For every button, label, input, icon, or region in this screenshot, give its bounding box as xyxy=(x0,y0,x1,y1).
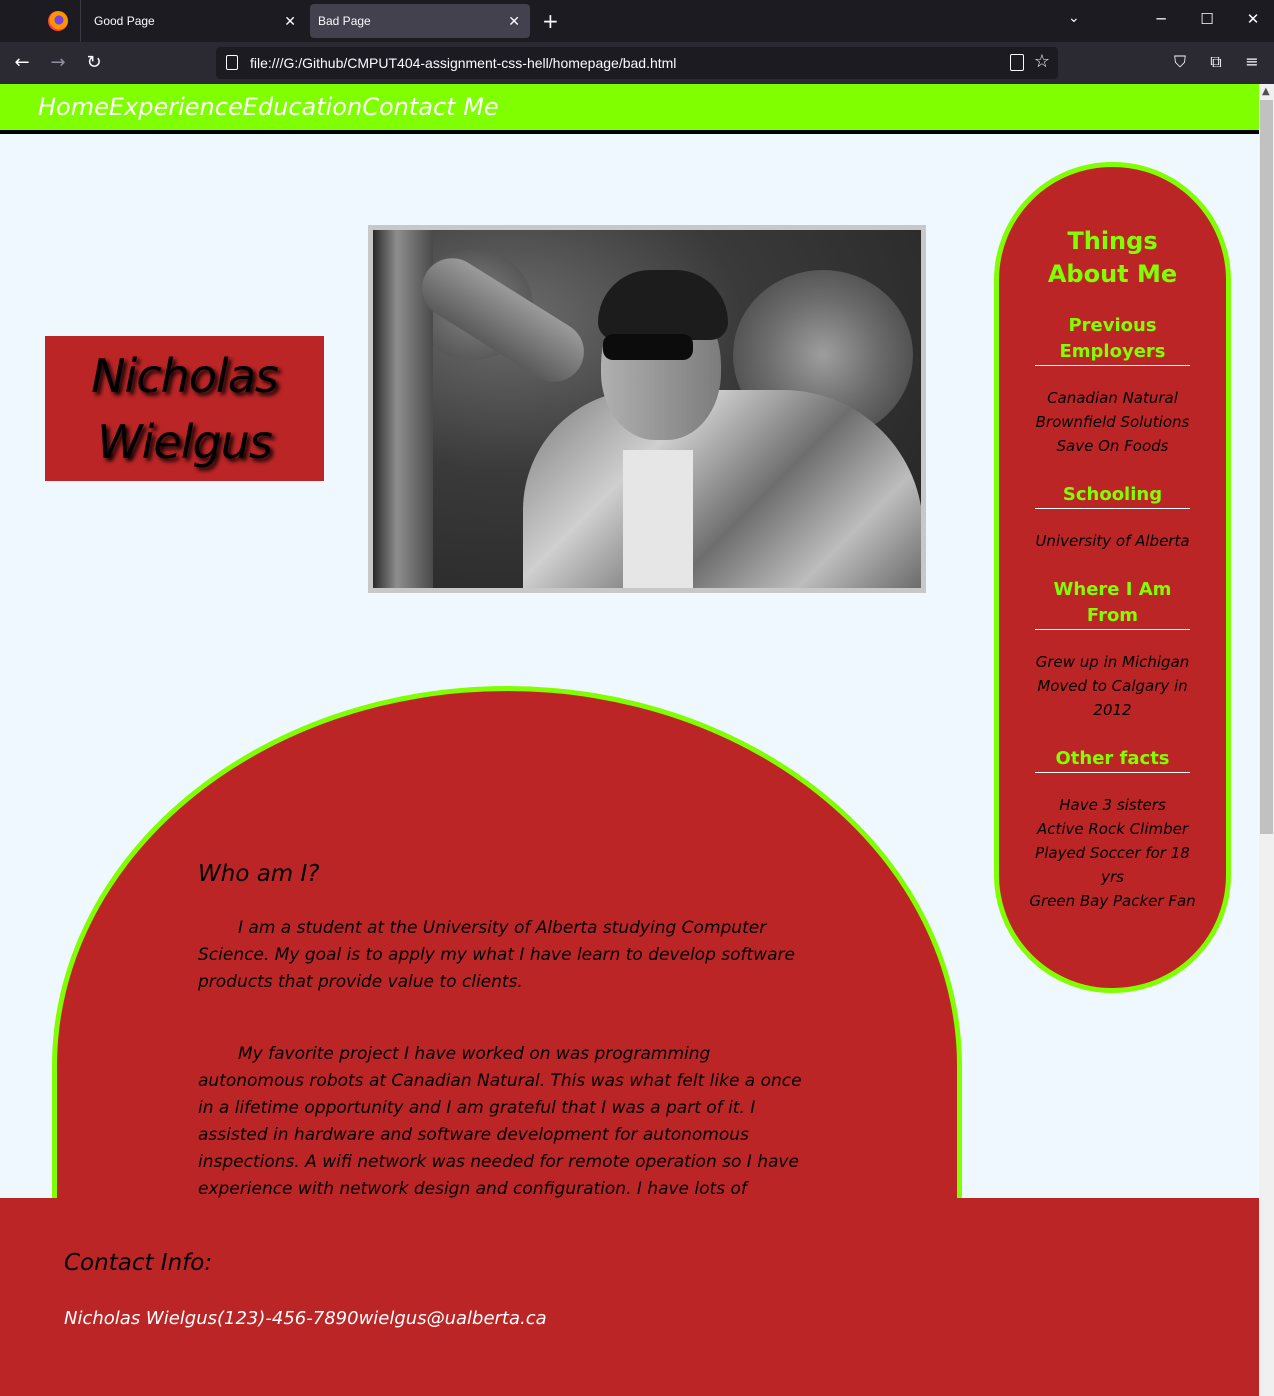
page-title: Nicholas Wielgus xyxy=(91,348,279,469)
contact-info: Nicholas Wielgus (123)-456-7890 wielgus@… xyxy=(64,1308,547,1329)
contact-phone: (123)-456-7890 xyxy=(217,1308,359,1329)
about-heading: Who am I? xyxy=(198,861,320,887)
nav-link-experience[interactable]: Experience xyxy=(109,84,243,130)
section-heading-schooling: Schooling xyxy=(1035,482,1190,509)
site-nav: Home Experience Education Contact Me xyxy=(0,84,1259,134)
scrollbar-thumb[interactable] xyxy=(1260,100,1273,834)
list-item: Active Rock Climber xyxy=(1036,820,1189,838)
tab-separator xyxy=(80,0,81,42)
contact-email: wielgus@ualberta.ca xyxy=(358,1308,547,1329)
firefox-icon[interactable] xyxy=(48,11,68,31)
chevron-down-icon[interactable]: ⌄ xyxy=(1068,10,1080,26)
employers-list: Canadian Natural Brownfield Solutions Sa… xyxy=(1025,386,1200,458)
list-item: Green Bay Packer Fan xyxy=(1029,892,1196,910)
list-item: Grew up in Michigan xyxy=(1035,653,1190,671)
tab-good-page[interactable]: Good Page ✕ xyxy=(82,4,306,38)
profile-photo xyxy=(373,230,921,588)
nav-link-contact[interactable]: Contact Me xyxy=(362,84,498,130)
reload-icon[interactable]: ↻ xyxy=(80,50,108,76)
schooling-list: University of Alberta xyxy=(1025,529,1200,553)
page-viewport: Home Experience Education Contact Me Nic… xyxy=(0,84,1259,1396)
url-bar[interactable]: file:///G:/Github/CMPUT404-assignment-cs… xyxy=(216,47,1058,79)
contact-name: Nicholas Wielgus xyxy=(64,1308,217,1329)
back-arrow-icon[interactable]: ← xyxy=(8,50,36,76)
window-close-icon[interactable]: ✕ xyxy=(1238,10,1268,28)
name-banner: Nicholas Wielgus xyxy=(45,336,324,481)
reader-view-icon[interactable] xyxy=(1010,54,1024,71)
browser-nav-bar: ← → ↻ file:///G:/Github/CMPUT404-assignm… xyxy=(0,42,1274,84)
section-heading-employers: Previous Employers xyxy=(1035,313,1190,366)
things-about-me-panel: Things About Me Previous Employers Canad… xyxy=(994,162,1231,993)
menu-icon[interactable]: ≡ xyxy=(1240,52,1264,71)
tab-title: Good Page xyxy=(94,14,155,28)
nav-link-education[interactable]: Education xyxy=(243,84,362,130)
section-heading-where-from: Where I Am From xyxy=(1035,577,1190,630)
browser-tab-bar: Good Page ✕ Bad Page ✕ + ⌄ ─ ☐ ✕ xyxy=(0,0,1274,42)
close-icon[interactable]: ✕ xyxy=(284,4,296,38)
other-facts-list: Have 3 sisters Active Rock Climber Playe… xyxy=(1025,793,1200,913)
nav-links: Home Experience Education Contact Me xyxy=(38,84,499,130)
contact-footer: Contact Info: Nicholas Wielgus (123)-456… xyxy=(0,1198,1259,1396)
new-tab-plus-icon[interactable]: + xyxy=(542,8,559,34)
where-from-list: Grew up in Michigan Moved to Calgary in … xyxy=(1025,650,1200,722)
nav-link-home[interactable]: Home xyxy=(38,84,109,130)
scroll-up-arrow-icon[interactable]: ▲ xyxy=(1262,86,1270,97)
contact-heading: Contact Info: xyxy=(64,1250,213,1276)
page-icon xyxy=(226,55,238,70)
tab-bad-page[interactable]: Bad Page ✕ xyxy=(310,4,530,38)
profile-photo-frame xyxy=(368,225,926,593)
minimize-icon[interactable]: ─ xyxy=(1146,10,1176,28)
list-item: Moved to Calgary in 2012 xyxy=(1037,677,1188,719)
list-item: Played Soccer for 18 yrs xyxy=(1035,844,1190,886)
extensions-icon[interactable]: ⧉ xyxy=(1204,52,1228,72)
section-heading-other-facts: Other facts xyxy=(1035,746,1190,773)
panel-title: Things About Me xyxy=(1047,227,1178,288)
tab-title: Bad Page xyxy=(318,14,371,28)
list-item: Brownfield Solutions xyxy=(1035,413,1190,431)
maximize-icon[interactable]: ☐ xyxy=(1192,10,1222,28)
list-item: Have 3 sisters xyxy=(1059,796,1166,814)
forward-arrow-icon[interactable]: → xyxy=(44,50,72,76)
page-scrollbar[interactable]: ▲ xyxy=(1259,84,1274,1396)
list-item: University of Alberta xyxy=(1035,532,1190,550)
close-icon[interactable]: ✕ xyxy=(508,4,520,38)
url-text[interactable]: file:///G:/Github/CMPUT404-assignment-cs… xyxy=(250,47,676,79)
pocket-icon[interactable]: ⛉ xyxy=(1168,52,1192,72)
list-item: Canadian Natural xyxy=(1047,389,1178,407)
list-item: Save On Foods xyxy=(1056,437,1169,455)
about-paragraph: I am a student at the University of Albe… xyxy=(198,918,795,992)
bookmark-star-icon[interactable]: ☆ xyxy=(1034,51,1050,72)
